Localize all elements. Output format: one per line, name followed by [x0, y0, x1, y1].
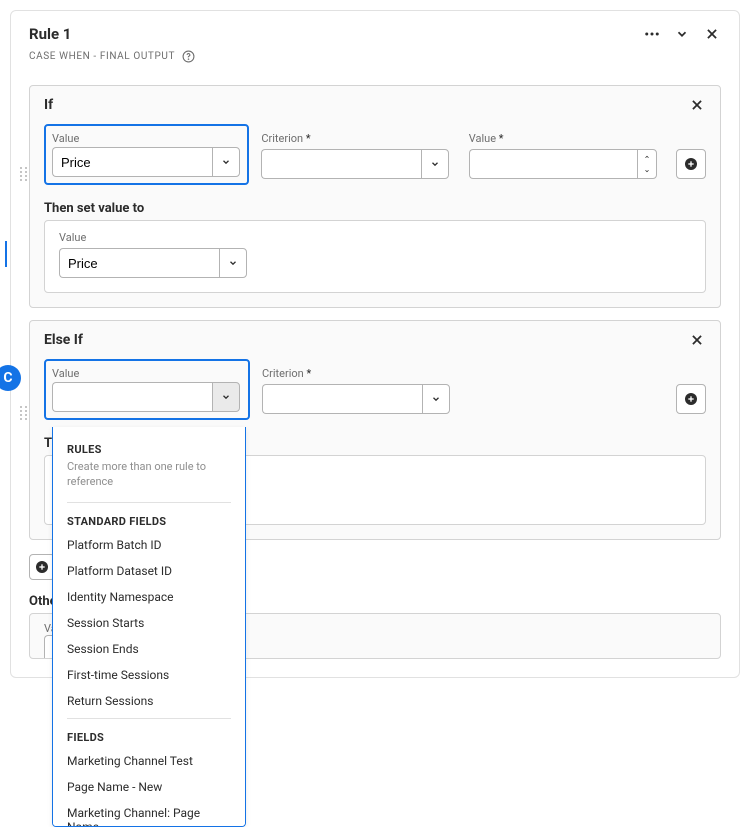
rule-card-header: Rule 1 CASE WHEN - FINAL OUTPUT [11, 11, 739, 73]
if-then-value-label: Value [59, 231, 255, 244]
annotation-connector [5, 241, 7, 267]
dropdown-item[interactable]: Identity Namespace [53, 584, 245, 610]
remove-if-icon[interactable] [688, 96, 706, 114]
rule-card: Rule 1 CASE WHEN - FINAL OUTPUT C [10, 10, 740, 678]
elseif-value-input[interactable] [52, 382, 212, 412]
elseif-value-label: Value [52, 367, 242, 380]
drag-handle-icon[interactable] [20, 167, 28, 181]
stepper-up-icon[interactable] [638, 150, 656, 164]
if-value2-label: Value [469, 132, 664, 145]
if-then-value-input[interactable] [59, 248, 219, 278]
dropdown-item[interactable]: Marketing Channel: Page Name [53, 800, 245, 827]
dropdown-rules-sub: Create more than one rule to reference [53, 460, 245, 498]
dropdown-rules-heading: RULES [53, 439, 245, 460]
elseif-criterion-input[interactable] [262, 384, 422, 414]
add-condition-button[interactable] [676, 384, 706, 414]
if-value-input[interactable] [52, 147, 212, 177]
dropdown-standard-heading: STANDARD FIELDS [53, 511, 245, 532]
if-criterion-label: Criterion [261, 132, 456, 145]
stepper-down-icon[interactable] [638, 164, 656, 178]
if-criterion-input[interactable] [261, 149, 421, 179]
elseif-criterion-label: Criterion [262, 367, 458, 380]
drag-handle-icon[interactable] [20, 406, 28, 420]
dropdown-item[interactable]: Platform Dataset ID [53, 558, 245, 584]
elseif-value-select[interactable] [52, 382, 242, 412]
dropdown-item[interactable]: First-time Sessions [53, 662, 245, 688]
if-title: If [44, 97, 53, 113]
chevron-down-icon[interactable] [422, 384, 450, 414]
if-section-header: If [30, 86, 720, 116]
chevron-down-icon[interactable] [219, 248, 247, 278]
annotation-badge-c: C [0, 365, 21, 391]
dropdown-item[interactable]: Return Sessions [53, 688, 245, 714]
if-value2-stepper[interactable] [469, 149, 664, 179]
value-dropdown: RULES Create more than one rule to refer… [52, 427, 246, 827]
rule-subtitle-text: CASE WHEN - FINAL OUTPUT [29, 51, 175, 62]
if-value2-input[interactable] [469, 149, 637, 179]
close-icon[interactable] [703, 25, 721, 43]
more-icon[interactable] [643, 25, 661, 43]
if-then-value-select[interactable] [59, 248, 255, 278]
remove-elseif-icon[interactable] [688, 331, 706, 349]
rule-subtitle: CASE WHEN - FINAL OUTPUT [29, 49, 195, 63]
dropdown-item[interactable]: Marketing Channel Test [53, 748, 245, 774]
dropdown-item[interactable]: Page Name - New [53, 774, 245, 800]
if-value-select[interactable] [52, 147, 241, 177]
chevron-down-icon[interactable] [212, 382, 240, 412]
dropdown-item[interactable]: Platform Batch ID [53, 532, 245, 558]
elseif-section: Else If Value [29, 320, 721, 540]
if-criterion-select[interactable] [261, 149, 456, 179]
chevron-down-icon[interactable] [212, 147, 240, 177]
rule-title: Rule 1 [29, 25, 195, 43]
if-section: If Value [29, 85, 721, 308]
collapse-icon[interactable] [673, 25, 691, 43]
elseif-criterion-select[interactable] [262, 384, 458, 414]
chevron-down-icon[interactable] [421, 149, 449, 179]
if-then-title: Then set value to [44, 201, 706, 216]
if-value-highlight: Value [44, 124, 249, 185]
elseif-section-header: Else If [30, 321, 720, 351]
elseif-value-highlight: Value RULES Create more than one rule to… [44, 359, 250, 420]
help-icon[interactable] [181, 49, 195, 63]
dropdown-item[interactable]: Session Ends [53, 636, 245, 662]
rule-card-body: C If Value [11, 85, 739, 677]
if-value-label: Value [52, 132, 241, 145]
rule-header-actions [643, 25, 721, 43]
add-condition-button[interactable] [676, 149, 706, 179]
elseif-title: Else If [44, 332, 83, 348]
dropdown-item[interactable]: Session Starts [53, 610, 245, 636]
dropdown-fields-heading: FIELDS [53, 727, 245, 748]
